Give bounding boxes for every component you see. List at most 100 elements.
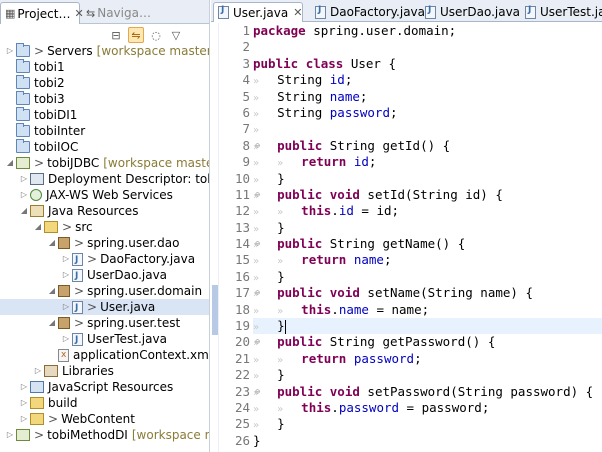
code-token: ; xyxy=(383,252,392,268)
close-icon[interactable]: ✕ xyxy=(293,6,302,19)
tree-item[interactable]: ◢ > spring.user.dao xyxy=(0,235,209,251)
tree-item[interactable]: tobiDI1 xyxy=(0,107,209,123)
tree-item[interactable]: ▷ JavaScript Resources xyxy=(0,379,209,395)
tab-project-explorer[interactable]: ▦ Project… ✕ xyxy=(0,2,84,24)
keyword-token: package xyxy=(253,23,306,38)
code-line[interactable]: » public String getId() { xyxy=(253,138,602,154)
code-line[interactable]: » public void setName(String name) { xyxy=(253,285,602,301)
code-line[interactable]: » } xyxy=(253,220,602,236)
expanded-twisty-icon[interactable]: ◢ xyxy=(46,315,58,331)
code-line[interactable] xyxy=(253,39,602,55)
code-token: String getPassword() { xyxy=(322,334,496,350)
collapsed-twisty-icon[interactable]: ▷ xyxy=(18,171,30,187)
close-icon[interactable]: ✕ xyxy=(74,7,83,20)
focus-icon[interactable]: ◌ xyxy=(148,27,164,43)
whitespace-marker: » xyxy=(253,76,278,88)
collapsed-twisty-icon[interactable]: ▷ xyxy=(32,363,44,379)
link-with-editor-icon[interactable]: ⇋ xyxy=(128,27,144,43)
tree-item[interactable]: ▷ > WebContent xyxy=(0,411,209,427)
collapsed-twisty-icon[interactable]: ▷ xyxy=(60,331,72,347)
tree-item[interactable]: ◢ > spring.user.test xyxy=(0,315,209,331)
code-line[interactable]: » public String getPassword() { xyxy=(253,334,602,350)
webproject-icon xyxy=(16,429,30,441)
code-line[interactable]: » } xyxy=(253,416,602,432)
keyword-token: public xyxy=(277,285,323,301)
code-line[interactable]: » » return name; xyxy=(253,252,602,268)
tree-item[interactable]: ◢ Java Resources xyxy=(0,203,209,219)
code-line[interactable]: » » return id; xyxy=(253,154,602,170)
collapsed-twisty-icon[interactable]: ▷ xyxy=(60,251,72,267)
code-line[interactable]: » } xyxy=(253,318,602,335)
code-line[interactable]: } xyxy=(253,433,602,449)
collapsed-twisty-icon[interactable]: ▷ xyxy=(18,395,30,411)
expanded-twisty-icon[interactable]: ◢ xyxy=(4,155,16,171)
collapsed-twisty-icon[interactable]: ▷ xyxy=(60,267,72,283)
code-line[interactable]: » public void setId(String id) { xyxy=(253,187,602,203)
expanded-twisty-icon[interactable]: ◢ xyxy=(32,219,44,235)
code-line[interactable]: » » this.name = name; xyxy=(253,302,602,318)
code-line[interactable]: » » this.password = password; xyxy=(253,400,602,416)
tree-item[interactable]: tobi2 xyxy=(0,75,209,91)
collapsed-twisty-icon[interactable]: ▷ xyxy=(18,411,30,427)
code-line[interactable]: » } xyxy=(253,367,602,383)
collapse-all-icon[interactable]: ⊟ xyxy=(108,27,124,43)
tree-item[interactable]: ◢ > spring.user.domain xyxy=(0,283,209,299)
code-line[interactable]: » » this.id = id; xyxy=(253,203,602,219)
field-token: password xyxy=(338,399,400,415)
tree-item[interactable]: applicationContext.xml xyxy=(0,347,209,363)
tab-navigator[interactable]: ⇆ Naviga… xyxy=(84,2,151,24)
project-icon xyxy=(16,139,30,153)
expanded-twisty-icon[interactable]: ◢ xyxy=(18,203,30,219)
line-number-gutter: 1 2 3 4 5 6 7 8 ⊖ 9 10 11 ⊖ 12 13 14 ⊖ 15 16 17 ⊖ 18 19 20 ⊖ 21 22… xyxy=(220,23,260,449)
webservice-icon xyxy=(30,189,42,201)
tree-item[interactable]: tobiInter xyxy=(0,123,209,139)
tree-item[interactable]: ◢ > src xyxy=(0,219,209,235)
code-line[interactable]: » String name; xyxy=(253,89,602,105)
tree-item[interactable]: ▷ >tobiMethodDI[workspace master] xyxy=(0,427,209,443)
tree-item[interactable]: ▷ >User.java xyxy=(0,299,209,316)
keyword-token: public xyxy=(253,55,299,71)
tree-item-label: spring.user.domain xyxy=(87,284,203,298)
tree-item[interactable]: ▷ UserDao.java xyxy=(0,267,209,284)
tree-item[interactable]: ◢ >tobiJDBC[workspace master] xyxy=(0,155,209,171)
whitespace-marker: » xyxy=(253,272,278,284)
view-menu-chevron-down-icon[interactable]: ▽ xyxy=(168,27,184,43)
tree-item[interactable]: ▷ Libraries xyxy=(0,363,209,379)
editor-tab[interactable]: UserDao.java xyxy=(421,2,520,22)
git-change-marker: > xyxy=(74,284,85,298)
code-line[interactable]: package spring.user.domain; xyxy=(253,23,602,39)
code-area[interactable]: package spring.user.domain; public class … xyxy=(253,23,602,449)
tree-item[interactable]: tobi3 xyxy=(0,91,209,107)
tree-item[interactable]: ▷ >DaoFactory.java xyxy=(0,251,209,268)
code-line[interactable]: » } xyxy=(253,269,602,285)
expanded-twisty-icon[interactable]: ◢ xyxy=(46,283,58,299)
tree-item[interactable]: tobiIOC xyxy=(0,139,209,155)
collapsed-twisty-icon[interactable]: ▷ xyxy=(18,187,30,203)
code-line[interactable]: public class User { xyxy=(253,56,602,72)
code-line[interactable]: » String id; xyxy=(253,72,602,88)
tree-item[interactable]: ▷ > Servers [workspace master] xyxy=(0,43,209,59)
code-line[interactable]: » » return password; xyxy=(253,351,602,367)
collapsed-twisty-icon[interactable]: ▷ xyxy=(18,379,30,395)
collapsed-twisty-icon[interactable]: ▷ xyxy=(60,299,72,315)
tree-item[interactable]: ▷ Deployment Descriptor: tobiJDBC xyxy=(0,171,209,187)
collapsed-twisty-icon[interactable]: ▷ xyxy=(4,43,16,59)
editor-tab[interactable]: DaoFactory.java xyxy=(311,2,425,22)
collapsed-twisty-icon[interactable]: ▷ xyxy=(4,427,16,443)
code-line[interactable]: » xyxy=(253,121,602,137)
keyword-token: return xyxy=(301,350,347,366)
line-number-text: 14 xyxy=(234,236,250,252)
tree-item[interactable]: tobi1 xyxy=(0,59,209,75)
expanded-twisty-icon[interactable]: ◢ xyxy=(46,235,58,251)
code-line[interactable]: » String password; xyxy=(253,105,602,121)
editor-tab[interactable]: User.java ✕ xyxy=(213,2,303,22)
code-line[interactable]: » public String getName() { xyxy=(253,236,602,252)
tree-item[interactable]: ▷ build xyxy=(0,395,209,411)
editor-tab[interactable]: UserTest.java xyxy=(521,2,602,22)
code-line[interactable]: » } xyxy=(253,171,602,187)
line-number: 21 xyxy=(220,351,252,367)
tree-item[interactable]: ▷ JAX-WS Web Services xyxy=(0,187,209,203)
code-line[interactable]: » public void setPassword(String passwor… xyxy=(253,384,602,400)
tree-item[interactable]: ▷ UserTest.java xyxy=(0,331,209,348)
